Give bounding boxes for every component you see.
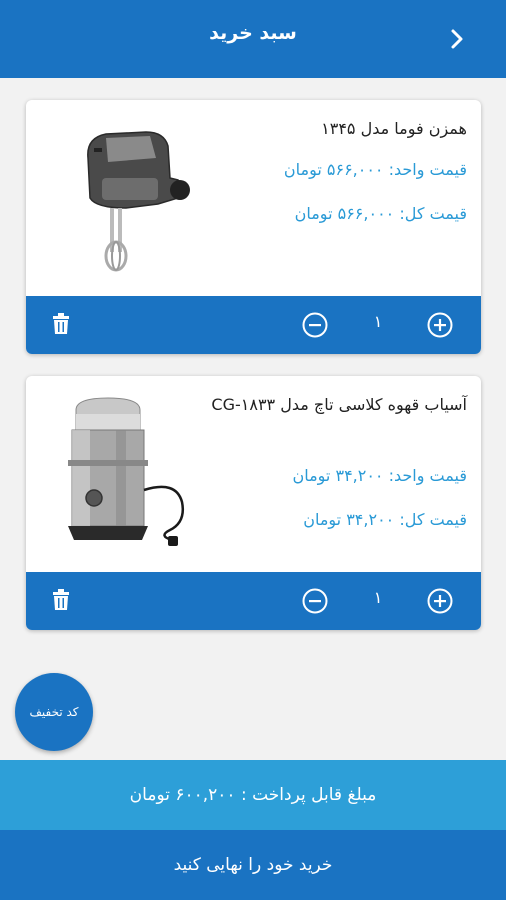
decrease-quantity-button[interactable] bbox=[302, 588, 328, 614]
cart-item: آسیاب قهوه کلاسی تاچ مدل CG-۱۸۳۳ قیمت وا… bbox=[26, 376, 481, 630]
coffee-grinder-image bbox=[68, 397, 184, 546]
product-name: همزن فوما مدل ۱۳۴۵ bbox=[321, 119, 467, 138]
total-price: قیمت کل: ۵۶۶,۰۰۰ تومان bbox=[294, 204, 467, 223]
quantity-value: ۱ bbox=[373, 588, 383, 607]
trash-icon[interactable] bbox=[52, 313, 70, 335]
cart-item: همزن فوما مدل ۱۳۴۵ قیمت واحد: ۵۶۶,۰۰۰ تو… bbox=[26, 100, 481, 354]
item-controls-bar: ۱ bbox=[26, 572, 481, 630]
trash-icon[interactable] bbox=[52, 589, 70, 611]
increase-quantity-button[interactable] bbox=[427, 312, 453, 338]
quantity-value: ۱ bbox=[373, 312, 383, 331]
increase-quantity-button[interactable] bbox=[427, 588, 453, 614]
decrease-quantity-button[interactable] bbox=[302, 312, 328, 338]
app-header: سبد خرید bbox=[0, 0, 506, 78]
unit-price: قیمت واحد: ۵۶۶,۰۰۰ تومان bbox=[283, 160, 467, 179]
item-controls-bar: ۱ bbox=[26, 296, 481, 354]
page-title: سبد خرید bbox=[209, 22, 297, 44]
unit-price: قیمت واحد: ۳۴,۲۰۰ تومان bbox=[292, 466, 467, 485]
hand-mixer-image bbox=[87, 131, 190, 272]
payable-total: مبلغ قابل پرداخت : ۶۰۰,۲۰۰ تومان bbox=[0, 760, 506, 830]
back-button[interactable] bbox=[442, 24, 472, 54]
coupon-button[interactable]: کد تخفیف bbox=[15, 673, 93, 751]
checkout-button[interactable]: خرید خود را نهایی کنید bbox=[0, 830, 506, 900]
product-name: آسیاب قهوه کلاسی تاچ مدل CG-۱۸۳۳ bbox=[211, 395, 467, 414]
total-price: قیمت کل: ۳۴,۲۰۰ تومان bbox=[303, 510, 467, 529]
chevron-right-icon bbox=[451, 29, 463, 49]
